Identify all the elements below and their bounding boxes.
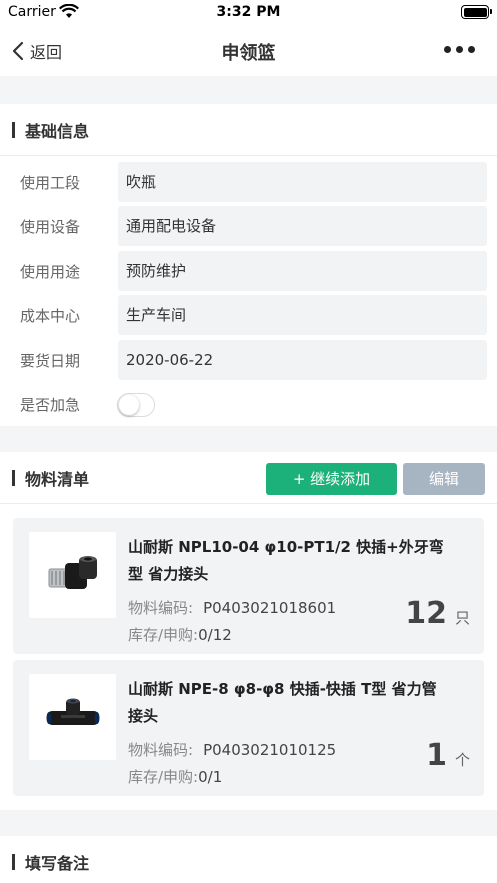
code-label: 物料编码:	[128, 599, 194, 617]
elbow-fitting-icon	[48, 556, 97, 589]
back-label: 返回	[30, 43, 63, 62]
chevron-left-icon	[12, 41, 24, 61]
material-list-section: 物料清单 + 继续添加 编辑 山耐斯 NPL10-04 φ10-PT1/2 快插…	[0, 452, 497, 810]
section-title: 填写备注	[25, 854, 90, 873]
cost-center-field[interactable]: 生产车间	[118, 295, 487, 335]
field-label: 使用用途	[20, 263, 81, 281]
material-stock: 0/1	[198, 768, 223, 786]
quantity-value: 1	[426, 738, 447, 773]
edit-button[interactable]: 编辑	[403, 463, 485, 495]
work-section-field[interactable]: 吹瓶	[118, 162, 487, 202]
urgent-toggle[interactable]	[117, 393, 155, 417]
toggle-knob	[119, 395, 139, 415]
material-card[interactable]: 山耐斯 NPE-8 φ8-φ8 快插-快插 T型 省力管接头 物料编码: P040…	[13, 660, 484, 796]
material-quantity: 1 个	[426, 738, 470, 773]
section-marker	[12, 854, 15, 870]
status-time: 3:32 PM	[216, 4, 281, 20]
material-name: 山耐斯 NPL10-04 φ10-PT1/2 快插+外牙弯型 省力接头	[128, 538, 444, 583]
section-title: 基础信息	[25, 121, 90, 141]
material-code: P0403021010125	[203, 741, 337, 759]
form-row-urgent: 是否加急	[0, 384, 497, 424]
form-row-purpose: 使用用途 预防维护	[0, 251, 497, 291]
form-row-equipment: 使用设备 通用配电设备	[0, 206, 497, 246]
basic-info-header: 基础信息	[0, 104, 497, 156]
material-stock-row: 库存/申购:0/12	[128, 624, 232, 645]
more-dot-icon	[456, 46, 463, 53]
battery-icon	[461, 5, 492, 19]
section-marker	[12, 121, 15, 138]
purpose-field[interactable]: 预防维护	[118, 251, 487, 291]
material-code-row: 物料编码: P0403021010125	[128, 739, 336, 760]
form-row-cost-center: 成本中心 生产车间	[0, 295, 497, 335]
material-stock: 0/12	[198, 626, 232, 644]
add-more-button[interactable]: + 继续添加	[266, 463, 397, 495]
more-dot-icon	[468, 46, 475, 53]
quantity-unit: 个	[454, 751, 470, 769]
field-label: 使用工段	[20, 174, 81, 192]
stock-label: 库存/申购:	[128, 768, 199, 786]
stock-label: 库存/申购:	[128, 626, 199, 644]
page-title: 申领篮	[221, 43, 276, 64]
field-label: 使用设备	[20, 218, 81, 236]
material-card[interactable]: 山耐斯 NPL10-04 φ10-PT1/2 快插+外牙弯型 省力接头 物料编码…	[13, 518, 484, 654]
back-button[interactable]: 返回	[12, 38, 62, 64]
material-code-row: 物料编码: P0403021018601	[128, 597, 336, 618]
field-label: 是否加急	[20, 396, 81, 414]
field-label: 成本中心	[20, 307, 81, 325]
material-stock-row: 库存/申购:0/1	[128, 766, 222, 787]
nav-bar: 返回 申领篮	[0, 26, 497, 76]
product-image	[29, 532, 116, 618]
more-dot-icon	[444, 46, 451, 53]
material-code: P0403021018601	[203, 599, 337, 617]
remarks-section: 填写备注	[0, 836, 497, 883]
tee-fitting-icon	[46, 698, 99, 725]
section-title: 物料清单	[25, 469, 90, 489]
equipment-field[interactable]: 通用配电设备	[118, 206, 487, 246]
quantity-value: 12	[405, 596, 447, 631]
status-bar: Carrier 3:32 PM	[0, 0, 497, 26]
field-label: 要货日期	[20, 352, 81, 370]
code-label: 物料编码:	[128, 741, 194, 759]
section-marker	[12, 469, 15, 486]
material-name: 山耐斯 NPE-8 φ8-φ8 快插-快插 T型 省力管接头	[128, 680, 437, 725]
more-options-button[interactable]	[444, 46, 475, 53]
remarks-header: 填写备注	[0, 836, 497, 883]
form-row-work-section: 使用工段 吹瓶	[0, 162, 497, 202]
form-row-delivery-date: 要货日期 2020-06-22	[0, 340, 497, 380]
material-quantity: 12 只	[405, 596, 470, 631]
delivery-date-field[interactable]: 2020-06-22	[118, 340, 487, 380]
quantity-unit: 只	[454, 609, 470, 627]
product-image	[29, 674, 116, 760]
basic-info-section: 基础信息 使用工段 吹瓶 使用设备 通用配电设备 使用用途 预防维护 成本中心 …	[0, 104, 497, 426]
